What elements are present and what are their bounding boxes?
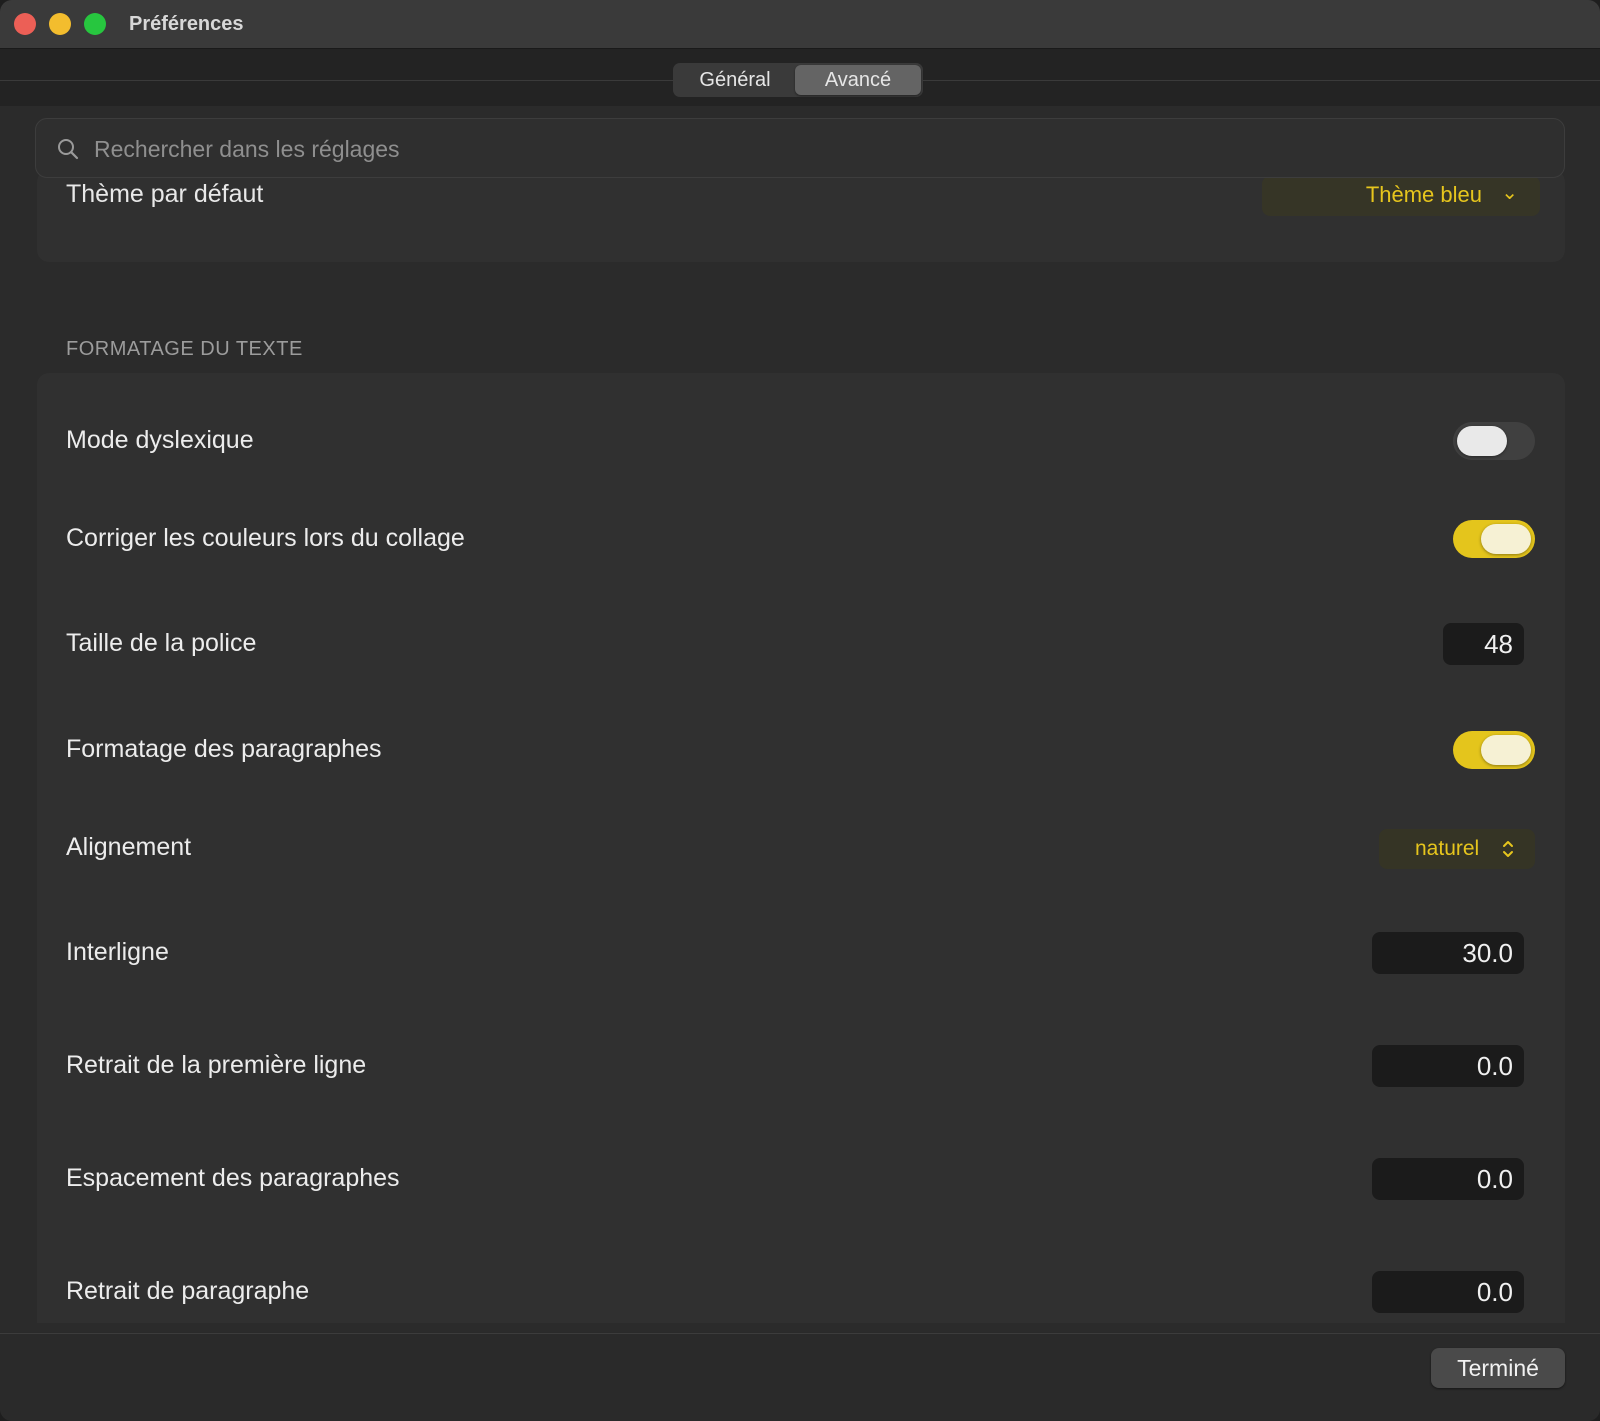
dyslexic-mode-toggle[interactable]: [1453, 422, 1535, 460]
font-size-field[interactable]: 48: [1443, 623, 1524, 665]
minimize-button[interactable]: [49, 13, 71, 35]
fix-paste-colors-label: Corriger les couleurs lors du collage: [66, 524, 465, 552]
theme-card: Thème par défaut Thème bleu ⌄: [37, 170, 1565, 262]
alignment-label: Alignement: [66, 833, 192, 861]
zoom-button[interactable]: [84, 13, 106, 35]
paragraph-indent-field[interactable]: 0.0: [1372, 1271, 1524, 1313]
chevron-down-icon: ⌄: [1501, 182, 1518, 204]
search-field[interactable]: [35, 118, 1565, 179]
done-button[interactable]: Terminé: [1431, 1348, 1565, 1388]
font-size-label: Taille de la police: [66, 629, 257, 657]
section-header-text-formatting: FORMATAGE DU TEXTE: [66, 338, 303, 360]
segmented-tabs: Général Avancé: [673, 63, 923, 97]
close-button[interactable]: [14, 13, 36, 35]
default-theme-label: Thème par défaut: [66, 180, 264, 208]
toggle-knob: [1481, 524, 1531, 554]
toggle-knob: [1457, 426, 1507, 456]
paragraph-indent-label: Retrait de paragraphe: [66, 1277, 310, 1305]
search-icon: [58, 139, 79, 160]
paragraph-formatting-toggle[interactable]: [1453, 731, 1535, 769]
paragraph-spacing-label: Espacement des paragraphes: [66, 1164, 400, 1192]
paragraph-formatting-label: Formatage des paragraphes: [66, 735, 382, 763]
line-spacing-label: Interligne: [66, 938, 169, 966]
alignment-value: naturel: [1415, 837, 1480, 860]
default-theme-value: Thème bleu: [1365, 182, 1482, 207]
search-input[interactable]: [92, 119, 1496, 179]
title-bar[interactable]: Préférences: [0, 0, 1600, 49]
up-down-chevron-icon: [1503, 841, 1513, 857]
line-spacing-field[interactable]: 30.0: [1372, 932, 1524, 974]
toggle-knob: [1481, 735, 1531, 765]
window-title: Préférences: [129, 13, 244, 35]
fix-paste-colors-toggle[interactable]: [1453, 520, 1535, 558]
dyslexic-mode-label: Mode dyslexique: [66, 426, 254, 454]
default-theme-popup[interactable]: Thème bleu ⌄: [1262, 176, 1540, 216]
paragraph-spacing-field[interactable]: 0.0: [1372, 1158, 1524, 1200]
tab-general[interactable]: Général: [675, 65, 795, 95]
tab-advanced[interactable]: Avancé: [795, 65, 921, 95]
first-line-indent-label: Retrait de la première ligne: [66, 1051, 367, 1079]
preferences-window: Préférences Général Avancé Thème par déf…: [0, 0, 1600, 1421]
alignment-popup[interactable]: naturel: [1379, 829, 1535, 869]
first-line-indent-field[interactable]: 0.0: [1372, 1045, 1524, 1087]
footer-bar: [0, 1333, 1600, 1421]
